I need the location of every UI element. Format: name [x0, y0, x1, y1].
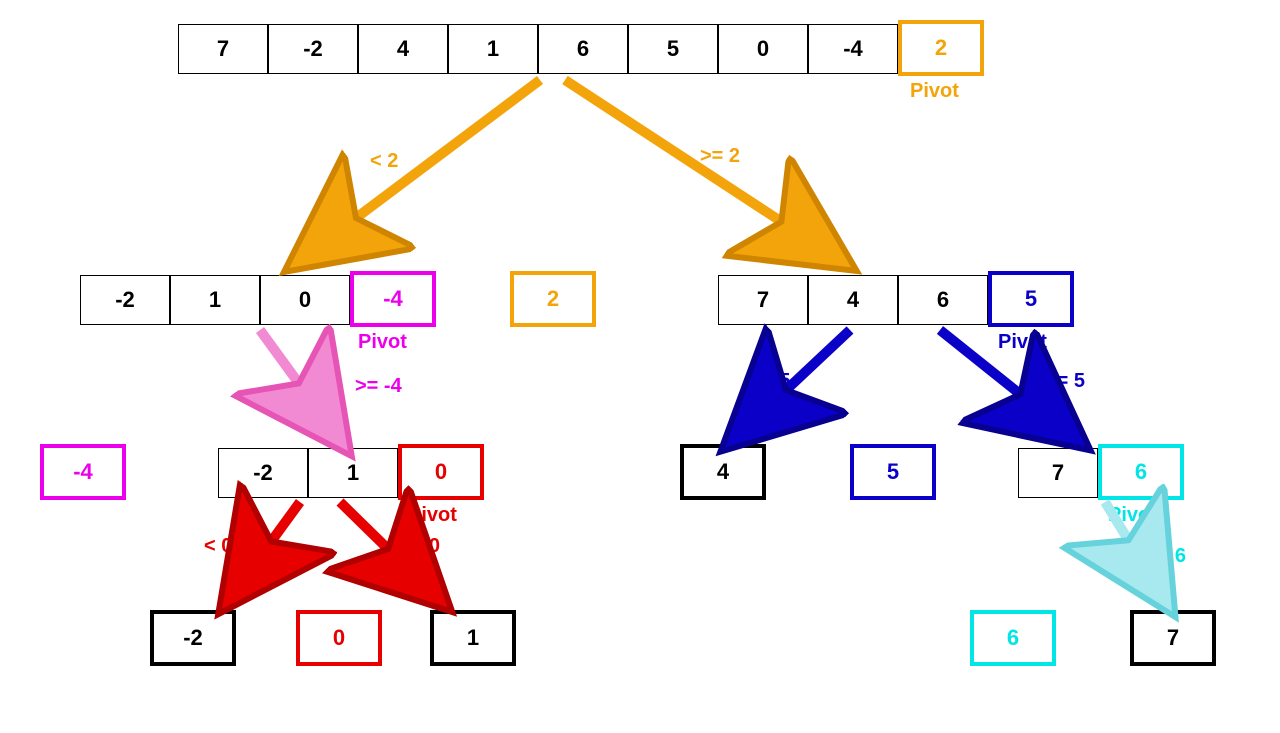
l2lb-cell-1: 1 — [308, 448, 398, 498]
l2lb-left-branch-label: < 0 — [204, 535, 232, 558]
l0-cell-0: 7 — [178, 24, 268, 74]
l2lb-right-branch-label: >= 0 — [400, 535, 440, 558]
l1l-cell-1: 1 — [170, 275, 260, 325]
arrow-l1l-right — [260, 330, 340, 440]
l1r-pivot: 5 — [988, 271, 1074, 327]
l1r-left-branch-label: < 5 — [762, 370, 790, 393]
l2lb-pivot: 0 — [398, 444, 484, 500]
l0-pivot-label: Pivot — [910, 80, 959, 103]
l1r-cell-2: 6 — [898, 275, 988, 325]
arrow-l2lb-left — [230, 502, 300, 598]
arrow-l0-right — [565, 80, 840, 260]
l2rc-cell-0: 7 — [1018, 448, 1098, 498]
l1r-right-branch-label: >= 5 — [1045, 370, 1085, 393]
l2rc-pivot: 6 — [1098, 444, 1184, 500]
l2rc-pivot-label: Pivot — [1108, 504, 1157, 527]
l3l-a: -2 — [150, 610, 236, 666]
l1r-cell-1: 4 — [808, 275, 898, 325]
l3r-b: 7 — [1130, 610, 1216, 666]
quicksort-diagram: 7 -2 4 1 6 5 0 -4 2 Pivot < 2 >= 2 -2 1 … — [0, 0, 1280, 733]
l1l-right-branch-label: >= -4 — [355, 375, 402, 398]
l0-pivot: 2 — [898, 20, 984, 76]
l2ra-box: 4 — [680, 444, 766, 500]
l1r-cell-0: 7 — [718, 275, 808, 325]
l1r-pivot-label: Pivot — [998, 331, 1047, 354]
l3r-a: 6 — [970, 610, 1056, 666]
l2lb-pivot-label: Pivot — [408, 504, 457, 527]
l2-magenta-box: -4 — [40, 444, 126, 500]
l2rb-box: 5 — [850, 444, 936, 500]
l0-cell-7: -4 — [808, 24, 898, 74]
l1-center-box: 2 — [510, 271, 596, 327]
l0-cell-5: 5 — [628, 24, 718, 74]
arrow-l0-left — [300, 80, 540, 260]
l0-cell-6: 0 — [718, 24, 808, 74]
arrow-l1r-left — [735, 330, 850, 438]
l2lb-cell-0: -2 — [218, 448, 308, 498]
l3l-c: 1 — [430, 610, 516, 666]
l1l-cell-0: -2 — [80, 275, 170, 325]
l0-left-branch-label: < 2 — [370, 150, 398, 173]
l0-cell-2: 4 — [358, 24, 448, 74]
l3l-b: 0 — [296, 610, 382, 666]
l0-cell-1: -2 — [268, 24, 358, 74]
l0-cell-4: 6 — [538, 24, 628, 74]
l0-cell-3: 1 — [448, 24, 538, 74]
l2rc-right-branch-label: >= 6 — [1146, 545, 1186, 568]
l1l-cell-2: 0 — [260, 275, 350, 325]
l0-right-branch-label: >= 2 — [700, 145, 740, 168]
l1l-pivot-label: Pivot — [358, 331, 407, 354]
l1l-pivot: -4 — [350, 271, 436, 327]
